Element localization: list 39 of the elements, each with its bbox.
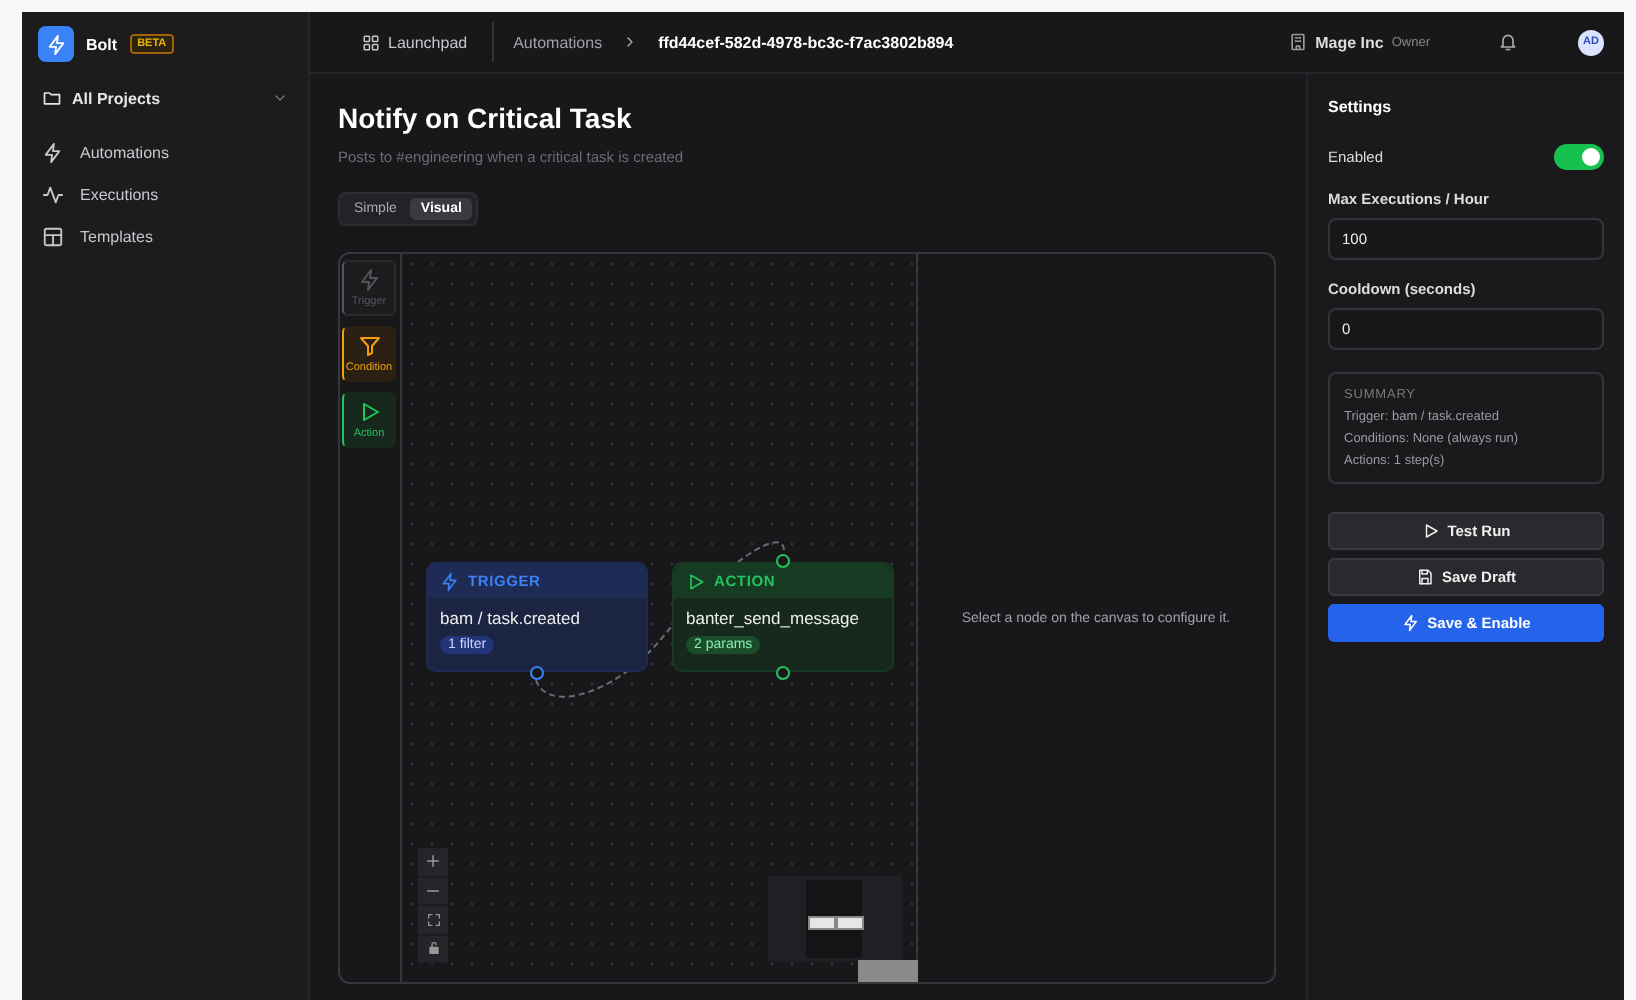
nav-item[interactable]: Executions (38, 178, 292, 210)
filter-icon (357, 334, 381, 358)
node-handle[interactable] (776, 666, 790, 680)
grid-icon (362, 33, 380, 51)
node-title: banter_send_message (684, 606, 861, 628)
bolt-icon (357, 268, 381, 292)
node-handle[interactable] (530, 666, 544, 680)
nav-item[interactable]: Automations (38, 136, 292, 168)
play-icon (1421, 522, 1440, 540)
settings-title: Settings (1328, 98, 1394, 116)
project-selector[interactable]: All Projects (38, 84, 292, 112)
chevron-down-icon (272, 90, 288, 106)
bolt-icon (440, 571, 460, 591)
bolt-icon (1401, 614, 1420, 632)
fit-view-icon (425, 911, 441, 928)
node-title: bam / task.created (438, 606, 582, 628)
minimap[interactable] (768, 876, 902, 962)
play-icon (686, 571, 706, 591)
breadcrumb-item[interactable]: Automations (513, 33, 603, 51)
nav-item[interactable]: Templates (38, 220, 292, 252)
node-handle[interactable] (776, 554, 790, 568)
layout-icon (42, 225, 64, 247)
attribution-bar (858, 960, 918, 982)
bolt-icon (42, 141, 64, 163)
bolt-icon (45, 33, 67, 55)
play-icon (357, 400, 381, 424)
page-title: Notify on Critical Task (338, 102, 634, 134)
plus-icon (424, 852, 442, 871)
pulse-icon (42, 183, 64, 205)
building-icon (1287, 32, 1308, 52)
lock-icon (425, 940, 441, 957)
enabled-toggle[interactable] (1554, 143, 1604, 169)
org-name: Mage Inc (1315, 33, 1384, 51)
launchpad-button[interactable]: Launchpad (350, 22, 494, 62)
save-icon (1415, 568, 1434, 586)
folder-icon (42, 88, 62, 108)
bell-icon (1498, 32, 1518, 52)
brand-name: Bolt (86, 35, 118, 53)
breadcrumb-item[interactable]: ffd44cef-582d-4978-bc3c-f7ac3802b894 (658, 33, 954, 51)
